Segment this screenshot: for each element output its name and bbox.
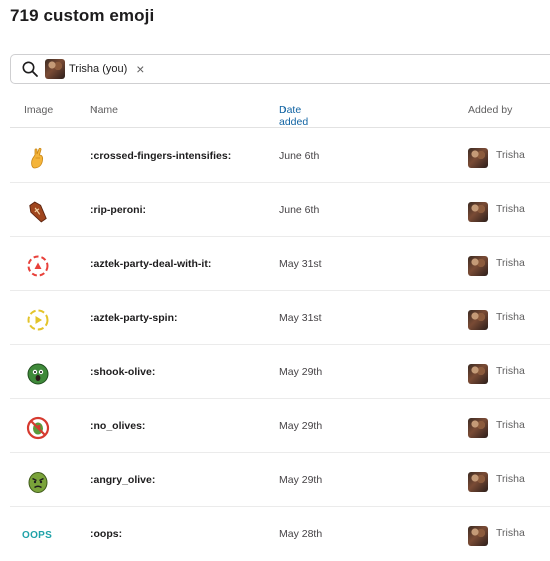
avatar	[468, 364, 488, 384]
emoji-name: :shook-olive:	[90, 366, 156, 378]
table-row[interactable]: :aztek-party-spin: May 31st Trisha	[0, 291, 550, 345]
angry-olive-icon	[26, 470, 50, 494]
emoji-name: :rip-peroni:	[90, 204, 146, 216]
added-by-name[interactable]: Trisha	[496, 203, 525, 215]
emoji-date: June 6th	[279, 150, 320, 162]
emoji-name: :angry_olive:	[90, 474, 156, 486]
emoji-date: June 6th	[279, 204, 320, 216]
avatar	[468, 148, 488, 168]
emoji-date: May 31st	[279, 312, 322, 324]
avatar	[468, 310, 488, 330]
table-row[interactable]: :crossed-fingers-intensifies: June 6th T…	[0, 129, 550, 183]
user-filter-chip[interactable]: Trisha (you) ×	[45, 58, 145, 80]
aztek-spin-icon	[26, 308, 50, 332]
emoji-name: :aztek-party-spin:	[90, 312, 178, 324]
avatar	[468, 418, 488, 438]
added-by-name[interactable]: Trisha	[496, 257, 525, 269]
added-by-name[interactable]: Trisha	[496, 527, 525, 539]
emoji-date: May 29th	[279, 474, 323, 486]
added-by-name[interactable]: Trisha	[496, 473, 525, 485]
crossed-fingers-icon	[26, 146, 50, 170]
added-by-name[interactable]: Trisha	[496, 419, 525, 431]
page-title: 719 custom emoji	[10, 6, 155, 25]
table-row[interactable]: :shook-olive: May 29th Trisha	[0, 345, 550, 399]
search-input[interactable]: Trisha (you) ×	[10, 54, 550, 84]
avatar	[45, 59, 65, 79]
oops-icon: OOPS	[22, 530, 53, 541]
avatar	[468, 202, 488, 222]
avatar	[468, 526, 488, 546]
added-by-name[interactable]: Trisha	[496, 311, 525, 323]
emoji-name: :no_olives:	[90, 420, 146, 432]
emoji-date: May 28th	[279, 528, 323, 540]
column-header-added-by: Added by	[468, 104, 513, 116]
search-icon	[21, 60, 39, 78]
aztek-party-icon	[26, 254, 50, 278]
emoji-name: :aztek-party-deal-with-it:	[90, 258, 212, 270]
no-olives-icon	[26, 416, 50, 440]
emoji-date: May 31st	[279, 258, 322, 270]
table-row[interactable]: :no_olives: May 29th Trisha	[0, 399, 550, 453]
avatar	[468, 256, 488, 276]
table-header: Image Name ↑ Date added ↑ Added by	[0, 104, 550, 128]
coffin-icon	[26, 200, 50, 224]
close-icon[interactable]: ×	[136, 62, 144, 76]
table-row[interactable]: :aztek-party-deal-with-it: May 31st Tris…	[0, 237, 550, 291]
added-by-name[interactable]: Trisha	[496, 365, 525, 377]
column-header-image: Image	[24, 104, 54, 116]
added-by-name[interactable]: Trisha	[496, 149, 525, 161]
table-row[interactable]: :angry_olive: May 29th Trisha	[0, 453, 550, 507]
emoji-name: :crossed-fingers-intensifies:	[90, 150, 232, 162]
sort-arrow-icon: ↑	[282, 104, 287, 114]
avatar	[468, 472, 488, 492]
chip-label: Trisha (you)	[69, 63, 128, 75]
table-row[interactable]: :rip-peroni: June 6th Trisha	[0, 183, 550, 237]
sort-arrow-icon: ↑	[93, 104, 98, 114]
emoji-name: :oops:	[90, 528, 123, 540]
table-row[interactable]: OOPS :oops: May 28th Trisha	[0, 507, 550, 561]
shook-olive-icon	[26, 362, 50, 386]
divider	[10, 127, 550, 128]
emoji-date: May 29th	[279, 366, 323, 378]
emoji-date: May 29th	[279, 420, 323, 432]
